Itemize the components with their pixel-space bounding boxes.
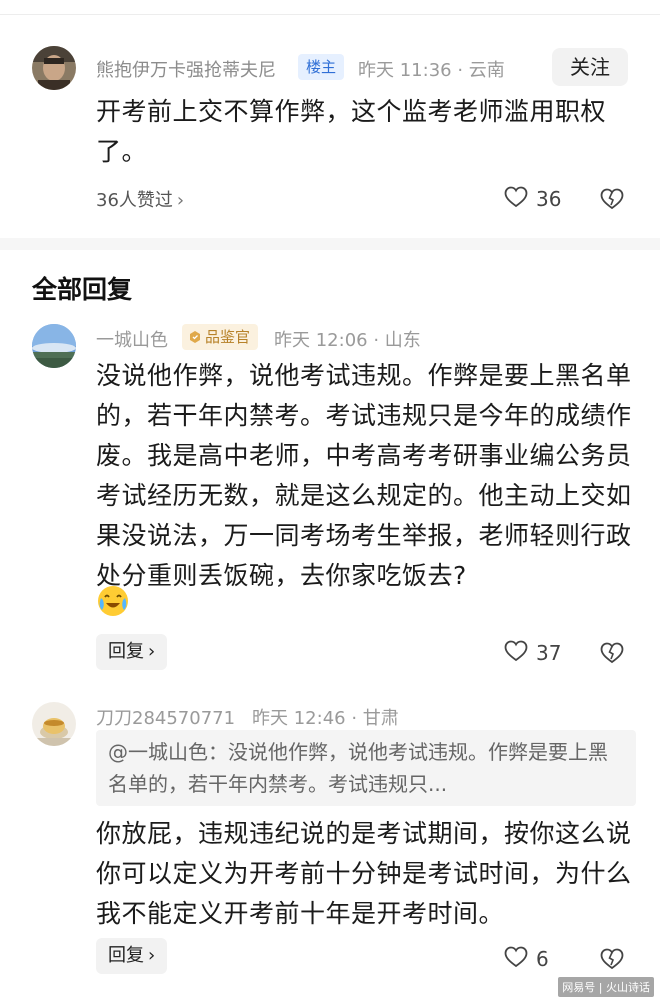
like-count: 37 [536, 641, 562, 665]
like-count: 6 [536, 947, 549, 971]
like-count: 36 [536, 187, 562, 211]
comment-text: 开考前上交不算作弊，这个监考老师滥用职权了。 [96, 97, 607, 166]
reply-button[interactable]: 回复 › [96, 634, 168, 670]
reply-text: 没说他作弊，说他考试违规。作弊是要上黑名单的，若干年内禁考。考试违规只是今年的成… [96, 361, 632, 590]
quoted-reply[interactable]: @一城山色：没说他作弊，说他考试违规。作弊是要上黑名单的，若干年内禁考。考试违规… [96, 730, 636, 806]
heart-break-icon[interactable] [600, 642, 624, 668]
author-name[interactable]: 熊抱伊万卡强抢蒂夫尼 [96, 60, 276, 81]
reply-button[interactable]: 回复 › [96, 938, 168, 974]
comment-thread-page: 熊抱伊万卡强抢蒂夫尼 楼主 昨天 11:36 · 云南 关注 开考前上交不算作弊… [0, 0, 660, 1003]
reply-time-location: 昨天 12:06 · 山东 [274, 330, 421, 351]
reply-button-label: 回复 [108, 945, 144, 966]
reply-time-location: 昨天 12:46 · 甘肃 [252, 708, 399, 729]
heart-icon[interactable] [504, 946, 528, 972]
reply-button-label: 回复 [108, 641, 144, 662]
avatar[interactable] [32, 46, 76, 90]
owner-badge: 楼主 [298, 54, 345, 80]
expert-badge: 品鉴官 [182, 324, 259, 350]
watermark: 网易号 | 火山诗话 [558, 977, 654, 997]
comment-meta: 熊抱伊万卡强抢蒂夫尼 [96, 56, 276, 82]
like-group: 6 [504, 946, 549, 972]
reply-author[interactable]: 刀刀284570771 [96, 704, 235, 730]
chevron-right-icon: › [148, 641, 156, 662]
comment-time-location: 昨天 11:36 · 云南 [358, 60, 505, 81]
reply-text: 你放屁，违规违纪说的是考试期间，按你这么说你可以定义为开考前十分钟是考试时间，为… [96, 819, 632, 928]
like-group: 36 [504, 186, 561, 212]
medal-icon [190, 331, 200, 343]
like-group: 37 [504, 640, 561, 666]
follow-button[interactable]: 关注 [552, 48, 628, 86]
section-title: 全部回复 [32, 275, 133, 304]
chevron-right-icon: › [176, 190, 185, 211]
crying-laughing-emoji [98, 586, 128, 616]
chevron-right-icon: › [148, 945, 156, 966]
top-divider [0, 14, 660, 15]
heart-icon[interactable] [504, 640, 528, 666]
section-divider [0, 238, 660, 250]
expert-badge-label: 品鉴官 [205, 328, 251, 346]
likers-label: 36人赞过 [96, 190, 173, 211]
heart-break-icon[interactable] [600, 188, 624, 214]
reply-author[interactable]: 一城山色 [96, 326, 168, 352]
heart-icon[interactable] [504, 186, 528, 212]
avatar[interactable] [32, 702, 76, 746]
avatar[interactable] [32, 324, 76, 368]
heart-break-icon[interactable] [600, 948, 624, 974]
likers-link[interactable]: 36人赞过 › [96, 186, 184, 212]
